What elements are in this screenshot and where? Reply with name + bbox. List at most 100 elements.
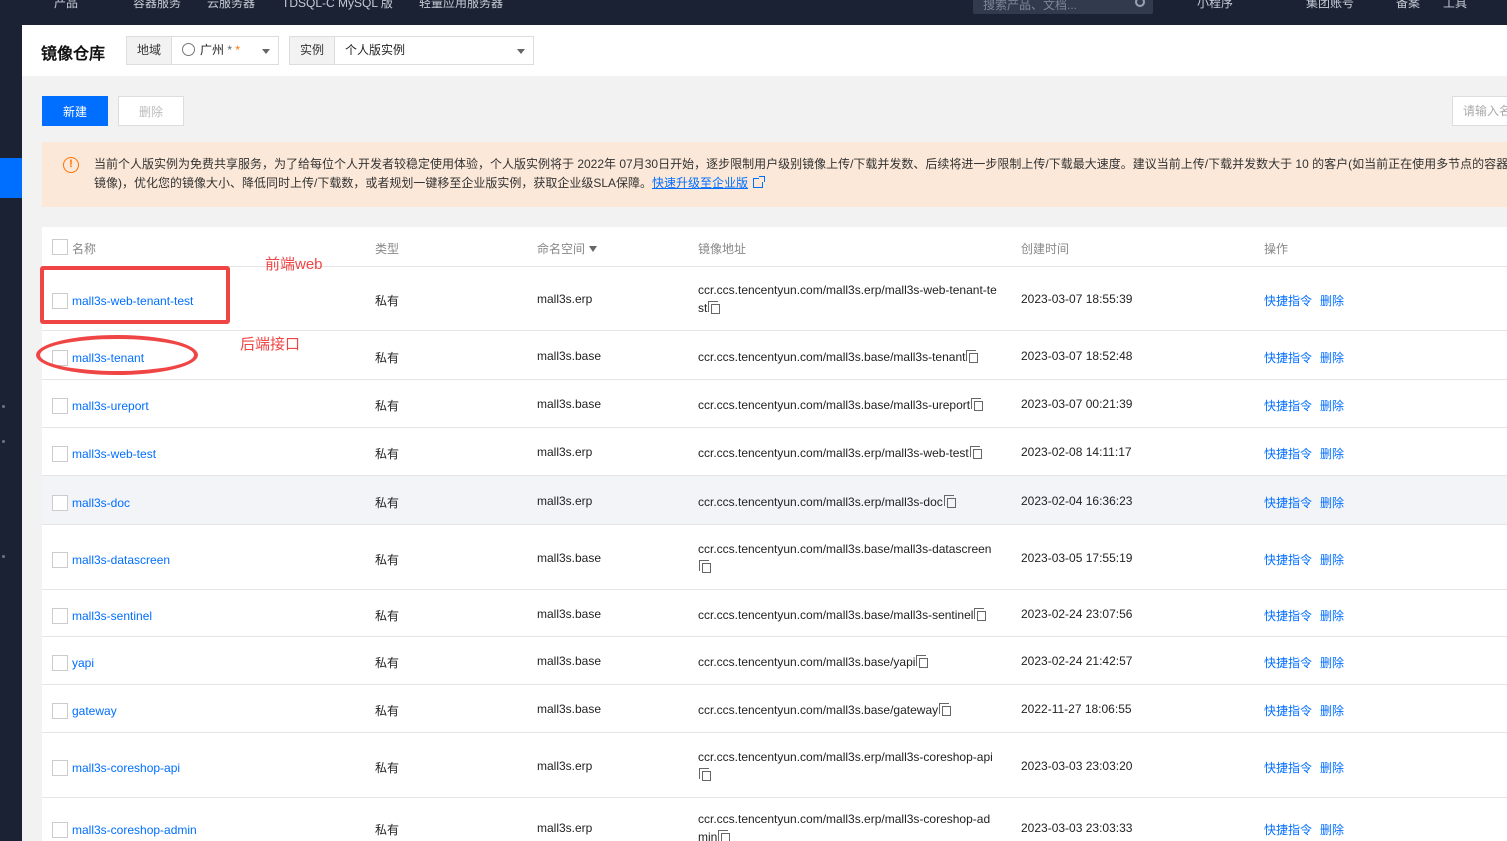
quick-command-link[interactable]: 快捷指令: [1264, 702, 1312, 719]
external-link-icon: [753, 176, 766, 188]
delete-link[interactable]: 删除: [1320, 445, 1344, 462]
copy-icon[interactable]: [969, 446, 982, 459]
repo-name-link[interactable]: mall3s-coreshop-api: [72, 761, 180, 775]
copy-icon[interactable]: [708, 301, 721, 314]
copy-icon[interactable]: [718, 830, 731, 841]
delete-link[interactable]: 删除: [1320, 292, 1344, 309]
repo-address: ccr.ccs.tencentyun.com/mall3s.base/yapi: [698, 653, 998, 671]
quick-command-link[interactable]: 快捷指令: [1264, 654, 1312, 671]
repo-name-link[interactable]: gateway: [72, 704, 117, 718]
nav-products[interactable]: 产品: [54, 0, 78, 11]
repo-type: 私有: [375, 609, 400, 623]
top-nav: 产品 容器服务 云服务器 TDSQL-C MySQL 版 轻量应用服务器 搜索产…: [0, 0, 1507, 25]
copy-icon[interactable]: [699, 768, 711, 781]
table-row: mall3s-ureport 私有 mall3s.base ccr.ccs.tence…: [42, 380, 1507, 428]
row-checkbox[interactable]: [52, 703, 68, 719]
nav-lighthouse[interactable]: 轻量应用服务器: [419, 0, 503, 11]
delete-link[interactable]: 删除: [1320, 821, 1344, 838]
page-header: 镜像仓库 地域 广州 * * 实例 个人版实例: [22, 25, 1507, 76]
copy-icon[interactable]: [966, 350, 979, 363]
copy-icon[interactable]: [939, 703, 952, 716]
copy-icon[interactable]: [971, 398, 984, 411]
nav-mini-program[interactable]: 小程序: [1197, 0, 1233, 11]
repo-namespace: mall3s.base: [537, 551, 602, 565]
region-select[interactable]: 广州 * *: [171, 36, 279, 65]
row-checkbox[interactable]: [52, 822, 68, 838]
quick-command-link[interactable]: 快捷指令: [1264, 445, 1312, 462]
copy-icon[interactable]: [974, 608, 987, 621]
col-type: 类型: [375, 242, 400, 256]
repo-name-link[interactable]: mall3s-ureport: [72, 399, 149, 413]
delete-link[interactable]: 删除: [1320, 654, 1344, 671]
image-table: 名称 类型 命名空间 镜像地址 创建时间 操作 mall3s-web-tenan…: [42, 227, 1507, 841]
quick-command-link[interactable]: 快捷指令: [1264, 494, 1312, 511]
quick-command-link[interactable]: 快捷指令: [1264, 759, 1312, 776]
annotation-frontend-label: 前端web: [265, 256, 323, 273]
table-row: mall3s-coreshop-api 私有 mall3s.erp ccr.ccs.t…: [42, 733, 1507, 798]
nav-container-service[interactable]: 容器服务: [133, 0, 181, 11]
nav-tdsql[interactable]: TDSQL-C MySQL 版: [282, 0, 393, 11]
repo-namespace: mall3s.base: [537, 702, 602, 716]
row-checkbox[interactable]: [52, 655, 68, 671]
row-checkbox[interactable]: [52, 608, 68, 624]
repo-address: ccr.ccs.tencentyun.com/mall3s.erp/mall3s…: [698, 283, 997, 315]
global-search-input[interactable]: 搜索产品、文档...: [973, 0, 1153, 14]
quick-command-link[interactable]: 快捷指令: [1264, 607, 1312, 624]
repo-name-link[interactable]: mall3s-coreshop-admin: [72, 823, 197, 837]
upgrade-link[interactable]: 快速升级至企业版: [652, 176, 748, 190]
repo-type: 私有: [375, 704, 400, 718]
nav-tools[interactable]: 工具: [1443, 0, 1467, 11]
nav-group-account[interactable]: 集团账号: [1306, 0, 1354, 11]
delete-link[interactable]: 删除: [1320, 397, 1344, 414]
nav-cvm[interactable]: 云服务器: [207, 0, 255, 11]
delete-link[interactable]: 删除: [1320, 349, 1344, 366]
delete-link[interactable]: 删除: [1320, 551, 1344, 568]
repo-name-link[interactable]: mall3s-web-test: [72, 447, 156, 461]
delete-link[interactable]: 删除: [1320, 759, 1344, 776]
row-checkbox[interactable]: [52, 446, 68, 462]
table-row: mall3s-web-tenant-test 私有 mall3s.erp ccr.cc…: [42, 267, 1507, 331]
row-checkbox[interactable]: [52, 398, 68, 414]
row-checkbox[interactable]: [52, 760, 68, 776]
repo-name-link[interactable]: mall3s-datascreen: [72, 553, 170, 567]
table-header: 名称 类型 命名空间 镜像地址 创建时间 操作: [42, 227, 1507, 267]
repo-namespace: mall3s.erp: [537, 759, 593, 773]
copy-icon[interactable]: [699, 560, 711, 573]
nav-icp[interactable]: 备案: [1396, 0, 1420, 11]
quick-command-link[interactable]: 快捷指令: [1264, 821, 1312, 838]
annotation-ellipse: [36, 335, 198, 375]
row-checkbox[interactable]: [52, 552, 68, 568]
filter-icon[interactable]: [589, 246, 598, 252]
row-checkbox[interactable]: [52, 495, 68, 511]
delete-button[interactable]: 删除: [118, 96, 184, 126]
copy-icon[interactable]: [943, 495, 956, 508]
instance-select[interactable]: 个人版实例: [334, 36, 534, 65]
col-namespace[interactable]: 命名空间: [537, 240, 598, 257]
repo-type: 私有: [375, 447, 400, 461]
repo-type: 私有: [375, 823, 400, 837]
repo-name-link[interactable]: mall3s-sentinel: [72, 609, 152, 623]
search-input[interactable]: [1452, 96, 1507, 126]
repo-namespace: mall3s.erp: [537, 292, 593, 306]
annotation-backend-label: 后端接口: [240, 336, 301, 353]
col-name: 名称: [72, 242, 97, 256]
repo-name-link[interactable]: mall3s-doc: [72, 496, 130, 510]
notice-text-line1: 当前个人版实例为免费共享服务，为了给每位个人开发者较稳定使用体验，个人版实例将于…: [94, 157, 1507, 171]
new-button[interactable]: 新建: [42, 96, 108, 126]
sidebar-active-item[interactable]: [0, 158, 22, 198]
copy-icon[interactable]: [916, 655, 929, 668]
repo-created-time: 2023-03-03 23:03:20: [1021, 759, 1133, 773]
delete-link[interactable]: 删除: [1320, 702, 1344, 719]
repo-created-time: 2023-02-24 23:07:56: [1021, 607, 1133, 621]
quick-command-link[interactable]: 快捷指令: [1264, 551, 1312, 568]
instance-label: 实例: [289, 36, 336, 65]
delete-link[interactable]: 删除: [1320, 607, 1344, 624]
quick-command-link[interactable]: 快捷指令: [1264, 292, 1312, 309]
repo-name-link[interactable]: yapi: [72, 656, 94, 670]
select-all-checkbox[interactable]: [52, 239, 68, 255]
delete-link[interactable]: 删除: [1320, 494, 1344, 511]
quick-command-link[interactable]: 快捷指令: [1264, 397, 1312, 414]
search-icon: [1135, 0, 1145, 7]
repo-address: ccr.ccs.tencentyun.com/mall3s.base/mall3…: [698, 396, 998, 414]
quick-command-link[interactable]: 快捷指令: [1264, 349, 1312, 366]
